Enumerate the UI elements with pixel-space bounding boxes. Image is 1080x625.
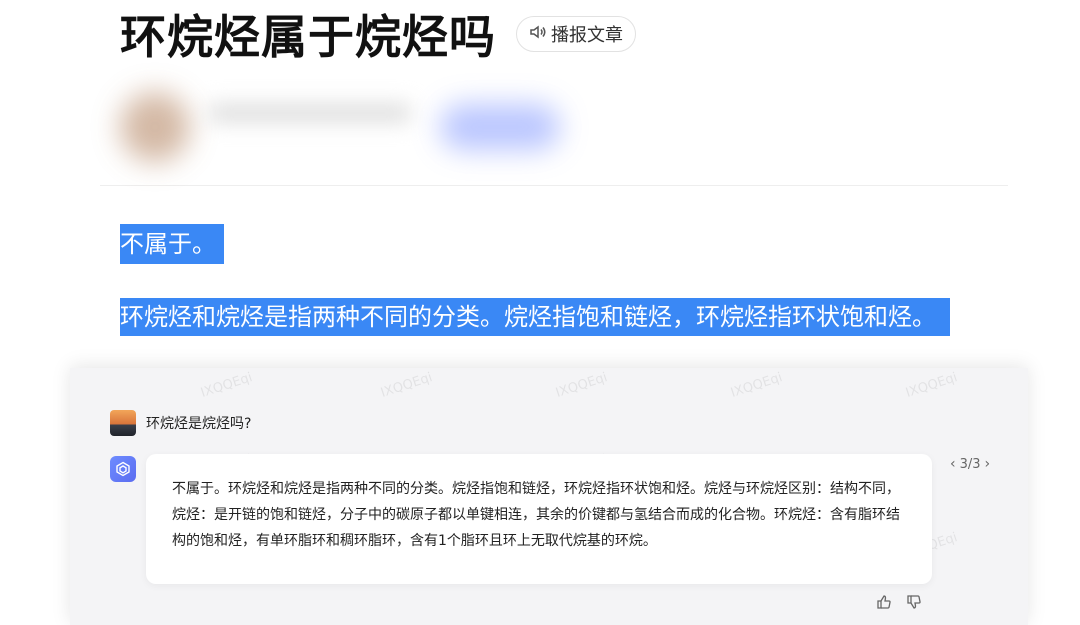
user-avatar [110,410,136,436]
speaker-icon [529,23,547,45]
blurred-avatar [120,92,190,162]
chevron-right-icon[interactable]: › [985,456,991,472]
thumbs-down-icon[interactable] [906,594,922,614]
watermark: IXQQEqi [903,370,960,401]
user-question: 环烷烃是烷烃吗? [146,416,252,432]
page-title: 环烷烃属于烷烃吗 [120,10,496,64]
blurred-author-name [210,104,410,122]
blurred-author-bar [100,64,1008,186]
thumbs-up-icon[interactable] [876,594,892,614]
answer-pager: ‹ 3/3 › [950,456,990,472]
answer-text: 不属于。环烷烃和烷烃是指两种不同的分类。烷烃指饱和链烃，环烷烃指环状饱和烃。烷烃… [172,481,900,549]
selected-text-short: 不属于。 [120,224,224,264]
chevron-left-icon[interactable]: ‹ [950,456,956,472]
selected-text-long: 环烷烃和烷烃是指两种不同的分类。烷烃指饱和链烃，环烷烃指环状饱和烃。 [120,298,950,336]
watermark: IXQQEqi [728,370,785,401]
listen-label: 播报文章 [551,25,623,46]
user-message: 环烷烃是烷烃吗? [110,410,251,436]
ai-chat-panel: IXQQEqi IXQQEqi IXQQEqi IXQQEqi IXQQEqi … [70,368,1028,625]
feedback-bar [876,594,922,614]
watermark: IXQQEqi [378,370,435,401]
answer-card: 不属于。环烷烃和烷烃是指两种不同的分类。烷烃指饱和链烃，环烷烃指环状饱和烃。烷烃… [146,454,932,584]
watermark: IXQQEqi [198,370,255,401]
cube-icon [110,456,136,482]
listen-article-button[interactable]: 播报文章 [516,16,636,52]
title-row: 环烷烃属于烷烃吗 播报文章 [120,6,636,64]
pager-count: 3/3 [959,456,981,472]
blurred-follow-button [440,104,560,150]
watermark: IXQQEqi [553,370,610,401]
